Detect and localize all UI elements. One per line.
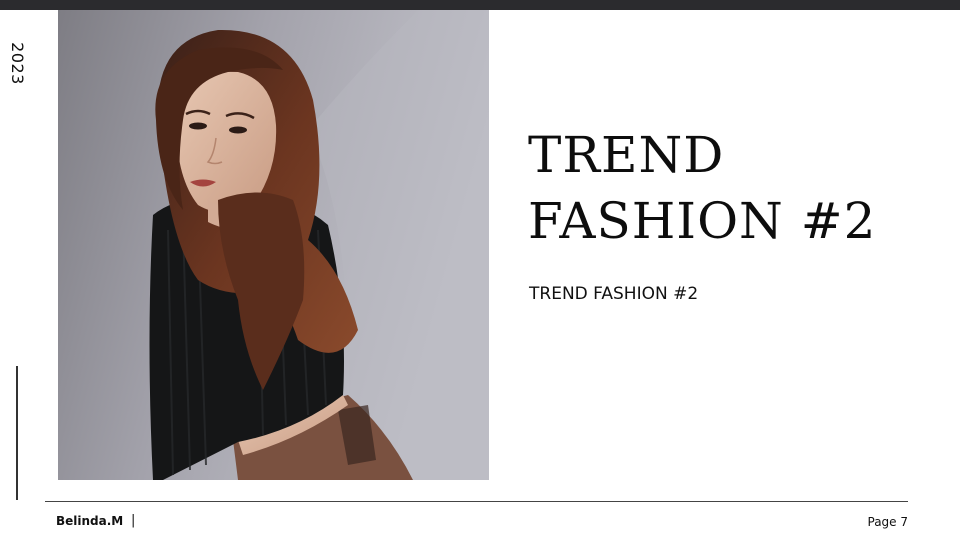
- slide-subtitle: TREND FASHION #2: [529, 284, 699, 304]
- footer-divider: [45, 501, 908, 502]
- author-separator: |: [131, 513, 136, 528]
- title-line-1: TREND: [528, 126, 725, 184]
- vertical-divider: [16, 366, 18, 500]
- slide-title: TREND FASHION #2: [528, 122, 876, 254]
- title-line-2: FASHION #2: [528, 192, 877, 250]
- author-name: Belinda.M: [56, 514, 124, 528]
- year-label: 2023: [2, 38, 32, 88]
- year-text: 2023: [7, 41, 27, 85]
- top-bar: [0, 0, 960, 10]
- page-number: Page 7: [867, 515, 909, 529]
- fashion-photo: [58, 10, 489, 480]
